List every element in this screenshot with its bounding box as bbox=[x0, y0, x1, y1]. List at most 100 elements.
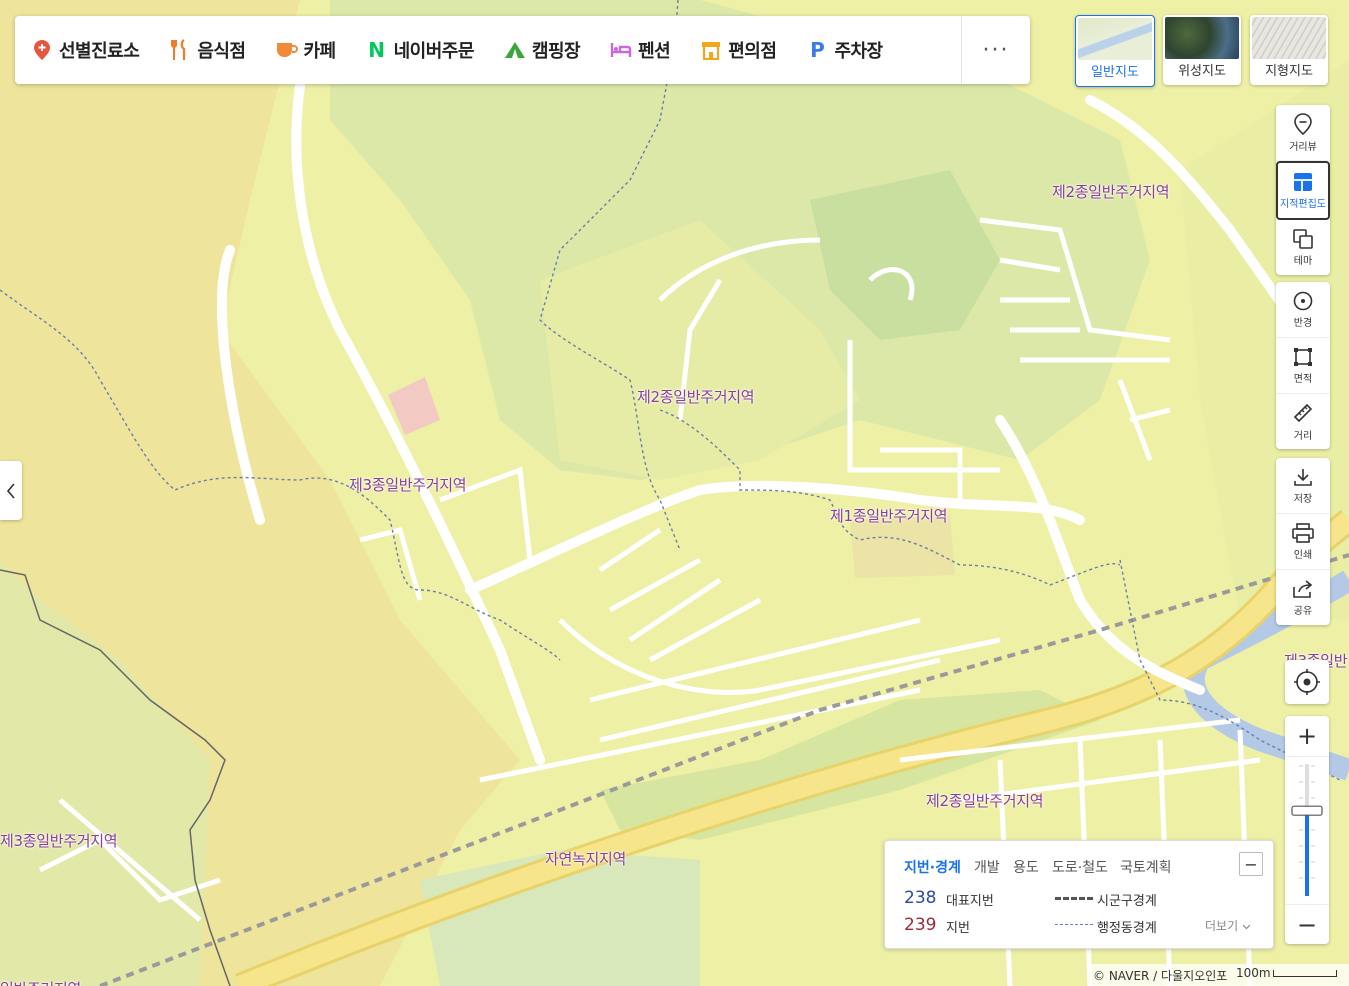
map-attribution: © NAVER / 다울지오인포 100m bbox=[1089, 964, 1349, 986]
cadastral-map-icon bbox=[1294, 172, 1312, 191]
maptype-satellite[interactable]: 위성지도 bbox=[1163, 15, 1241, 85]
zone-label: 제2종일반주거지역 bbox=[926, 792, 1044, 810]
share-icon bbox=[1293, 579, 1313, 598]
legend-lot-number: 239 bbox=[904, 915, 937, 935]
zoom-out-button[interactable]: − bbox=[1285, 904, 1329, 945]
legend-more-label: 더보기 bbox=[1205, 919, 1239, 933]
tool-label: 공유 bbox=[1293, 605, 1313, 617]
radius-icon bbox=[1293, 291, 1313, 310]
tent-icon bbox=[504, 39, 526, 61]
zoom-control: + − bbox=[1285, 716, 1329, 944]
zoom-slider[interactable] bbox=[1285, 756, 1329, 904]
clinic-pin-icon bbox=[31, 39, 53, 61]
zoom-slider-track bbox=[1291, 764, 1323, 896]
legend-more-button[interactable]: 더보기 bbox=[1205, 917, 1251, 934]
fork-knife-icon bbox=[169, 39, 191, 61]
category-bar: 선별진료소 음식점 카페 N 네이버주문 캠핑장 펜션 편의점 P 주차장 ··… bbox=[15, 16, 1030, 84]
tool-label: 면적 bbox=[1293, 373, 1313, 385]
legend-city-boundary-label: 시군구경계 bbox=[1097, 894, 1157, 909]
legend-tab-development[interactable]: 개발 bbox=[974, 857, 1000, 877]
tool-label: 인쇄 bbox=[1293, 549, 1313, 561]
category-label: 카페 bbox=[303, 41, 337, 62]
coffee-cup-icon bbox=[276, 39, 298, 61]
zone-label: 제3종일반주거지역 bbox=[349, 476, 467, 494]
category-cafe[interactable]: 카페 bbox=[260, 16, 350, 84]
maptype-label: 위성지도 bbox=[1178, 64, 1226, 79]
legend-rep-lot-label: 대표지번 bbox=[946, 894, 994, 909]
category-label: 펜션 bbox=[638, 41, 671, 62]
ruler-icon bbox=[1293, 403, 1313, 422]
maptype-label: 일반지도 bbox=[1091, 65, 1139, 80]
crosshair-icon bbox=[1294, 669, 1320, 695]
radius-button[interactable]: 반경 bbox=[1276, 282, 1330, 338]
maptype-terrain[interactable]: 지형지도 bbox=[1250, 15, 1328, 85]
legend-dong-boundary-label: 행정동경계 bbox=[1097, 921, 1157, 936]
store-icon bbox=[700, 39, 722, 61]
map-canvas[interactable] bbox=[0, 0, 1349, 986]
category-label: 주차장 bbox=[834, 41, 883, 62]
category-parking[interactable]: P 주차장 bbox=[790, 16, 896, 84]
more-categories-button[interactable]: ··· bbox=[961, 16, 1030, 84]
street-view-button[interactable]: 거리뷰 bbox=[1276, 105, 1330, 161]
legend-tab-road-rail[interactable]: 도로·철도 bbox=[1052, 857, 1108, 877]
parking-p-icon: P bbox=[810, 38, 825, 62]
legend-rep-lot-number: 238 bbox=[904, 888, 937, 908]
theme-layers-icon bbox=[1293, 228, 1313, 249]
category-label: 캠핑장 bbox=[531, 41, 581, 62]
area-button[interactable]: 면적 bbox=[1276, 338, 1330, 394]
zone-label: 자연녹지지역 bbox=[545, 850, 627, 868]
terrain-map-thumbnail bbox=[1252, 17, 1326, 59]
tool-label: 저장 bbox=[1293, 493, 1313, 505]
legend-tab-usage[interactable]: 용도 bbox=[1013, 857, 1039, 877]
tool-group-view: 거리뷰 지적편집도 테마 bbox=[1276, 105, 1330, 275]
tool-label: 거리뷰 bbox=[1289, 141, 1317, 153]
printer-icon bbox=[1292, 522, 1314, 543]
panel-toggle-button[interactable] bbox=[0, 461, 22, 520]
bed-icon bbox=[610, 39, 632, 61]
satellite-map-thumbnail bbox=[1165, 17, 1239, 59]
category-camping[interactable]: 캠핑장 bbox=[488, 16, 594, 84]
attribution-text: © NAVER / 다울지오인포 bbox=[1093, 969, 1228, 983]
category-naver-order[interactable]: N 네이버주문 bbox=[350, 16, 488, 84]
normal-map-thumbnail bbox=[1078, 18, 1152, 60]
zone-label: 제2종일반주거지역 bbox=[637, 388, 755, 406]
distance-button[interactable]: 거리 bbox=[1276, 394, 1330, 449]
naver-n-icon: N bbox=[368, 38, 385, 62]
zoom-in-button[interactable]: + bbox=[1285, 716, 1329, 757]
chevron-down-icon bbox=[1242, 924, 1251, 930]
legend-lot-label: 지번 bbox=[946, 921, 970, 936]
current-location-button[interactable] bbox=[1285, 660, 1329, 704]
zone-label: 제3종일반주거지역 bbox=[0, 832, 118, 850]
category-label: 음식점 bbox=[197, 41, 246, 62]
area-icon bbox=[1294, 347, 1312, 366]
zone-label: 일반주거지역 bbox=[0, 978, 81, 986]
save-button[interactable]: 저장 bbox=[1276, 458, 1330, 514]
legend-panel: 지번·경계 개발 용도 도로·철도 국토계획 − 238 대표지번 239 지번… bbox=[884, 840, 1274, 949]
legend-tab-lot-boundary[interactable]: 지번·경계 bbox=[904, 857, 961, 877]
legend-tab-national-plan[interactable]: 국토계획 bbox=[1120, 857, 1172, 877]
chevron-left-icon bbox=[6, 482, 15, 499]
download-icon bbox=[1294, 468, 1312, 486]
tool-label: 거리 bbox=[1293, 430, 1313, 442]
tool-group-measure: 반경 면적 거리 bbox=[1276, 282, 1330, 449]
category-label: 편의점 bbox=[728, 41, 777, 62]
street-view-icon bbox=[1294, 112, 1312, 135]
zone-label: 제1종일반주거지역 bbox=[830, 507, 948, 525]
dong-boundary-line-swatch bbox=[1055, 924, 1093, 925]
tool-label: 지적편집도 bbox=[1280, 198, 1326, 210]
tool-group-output: 저장 인쇄 공유 bbox=[1276, 458, 1330, 625]
maptype-normal[interactable]: 일반지도 bbox=[1075, 15, 1155, 87]
city-boundary-line-swatch bbox=[1055, 897, 1093, 900]
theme-button[interactable]: 테마 bbox=[1276, 220, 1330, 275]
print-button[interactable]: 인쇄 bbox=[1276, 514, 1330, 570]
category-convenience-store[interactable]: 편의점 bbox=[684, 16, 790, 84]
category-pension[interactable]: 펜션 bbox=[594, 16, 684, 84]
category-restaurant[interactable]: 음식점 bbox=[153, 16, 259, 84]
category-label: 네이버주문 bbox=[393, 41, 475, 62]
cadastral-map-button[interactable]: 지적편집도 bbox=[1276, 161, 1330, 220]
share-button[interactable]: 공유 bbox=[1276, 570, 1330, 625]
legend-collapse-button[interactable]: − bbox=[1239, 852, 1263, 876]
tool-label: 반경 bbox=[1293, 317, 1313, 329]
scale-label: 100m bbox=[1236, 966, 1271, 980]
category-clinic[interactable]: 선별진료소 bbox=[15, 16, 153, 84]
